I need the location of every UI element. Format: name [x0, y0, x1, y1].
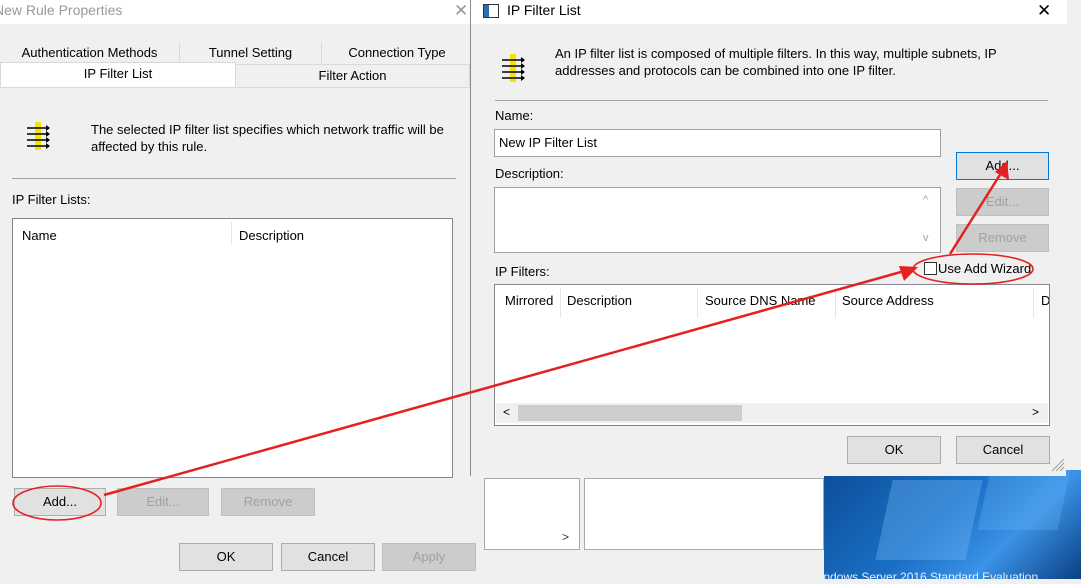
tab-authentication-methods[interactable]: Authentication Methods — [0, 42, 180, 64]
name-field-value: New IP Filter List — [499, 135, 598, 150]
column-header-name[interactable]: Name — [22, 228, 57, 243]
edit-button[interactable]: Edit... — [117, 488, 209, 516]
column-header-mirrored[interactable]: Mirrored — [505, 293, 553, 308]
cancel-button[interactable]: Cancel — [281, 543, 375, 571]
new-rule-properties-dialog: New Rule Properties ✕ Authentication Met… — [0, 0, 476, 579]
scroll-left-arrow[interactable]: < — [503, 405, 510, 419]
divider — [495, 100, 1048, 101]
scroll-right-arrow[interactable]: > — [1032, 405, 1039, 419]
add-button[interactable]: Add... — [956, 152, 1049, 180]
cancel-button[interactable]: Cancel — [956, 436, 1050, 464]
close-icon[interactable]: ✕ — [454, 1, 468, 21]
use-add-wizard-checkbox[interactable] — [924, 262, 937, 275]
ip-filters-label: IP Filters: — [495, 264, 550, 279]
remove-button[interactable]: Remove — [956, 224, 1049, 252]
window-icon — [483, 4, 499, 18]
resize-grip-icon[interactable] — [1049, 456, 1065, 472]
ip-filter-icon — [502, 54, 525, 82]
dialog-title: New Rule Properties — [0, 2, 123, 18]
column-divider — [1033, 288, 1034, 318]
column-header-source-dns-name[interactable]: Source DNS Name — [705, 293, 816, 308]
dialog-title: IP Filter List — [507, 2, 581, 18]
ip-filter-lists-listbox[interactable]: Name Description — [12, 218, 453, 478]
background-list-right — [584, 478, 824, 550]
info-text: The selected IP filter list specifies wh… — [91, 122, 444, 154]
tab-filter-action[interactable]: Filter Action — [236, 64, 470, 86]
ok-button[interactable]: OK — [179, 543, 273, 571]
tab-connection-type[interactable]: Connection Type — [322, 42, 472, 64]
column-divider — [697, 288, 698, 318]
tab-ip-filter-list[interactable]: IP Filter List — [0, 62, 236, 88]
ip-filter-list-dialog: IP Filter List ✕ An IP filter list is co… — [470, 0, 1067, 476]
description-label: Description: — [495, 166, 564, 181]
column-divider — [231, 222, 232, 244]
description-field[interactable]: ^ v — [494, 187, 941, 253]
remove-button[interactable]: Remove — [221, 488, 315, 516]
apply-button[interactable]: Apply — [382, 543, 476, 571]
screen: { "left_dialog": { "title": "New Rule Pr… — [0, 0, 1081, 584]
close-icon[interactable]: ✕ — [1037, 1, 1051, 21]
scrollbar-thumb[interactable] — [518, 405, 742, 421]
ip-filters-listbox[interactable]: Mirrored Description Source DNS Name Sou… — [494, 284, 1050, 426]
column-divider — [560, 288, 561, 318]
desktop-watermark-text: lindows Server 2016 Standard Evaluation — [818, 570, 1039, 584]
column-divider — [835, 288, 836, 318]
background-scroll-right-arrow[interactable]: > — [562, 530, 569, 544]
desktop-background — [824, 470, 1081, 579]
column-header-source-address[interactable]: Source Address — [842, 293, 934, 308]
divider — [12, 178, 456, 179]
name-field[interactable]: New IP Filter List — [494, 129, 941, 157]
name-label: Name: — [495, 108, 534, 123]
edit-button[interactable]: Edit... — [956, 188, 1049, 216]
column-header-description[interactable]: Description — [567, 293, 632, 308]
tab-tunnel-setting[interactable]: Tunnel Setting — [180, 42, 322, 64]
info-text: An IP filter list is composed of multipl… — [555, 46, 997, 78]
add-button[interactable]: Add... — [14, 488, 106, 516]
ip-filter-icon — [27, 122, 50, 150]
horizontal-scrollbar[interactable]: < > — [496, 403, 1048, 423]
column-header-description[interactable]: Description — [239, 228, 304, 243]
column-header-destination[interactable]: D — [1041, 293, 1049, 308]
use-add-wizard-label[interactable]: Use Add Wizard — [938, 261, 1031, 276]
ok-button[interactable]: OK — [847, 436, 941, 464]
scroll-down-arrow[interactable]: v — [923, 232, 929, 244]
scroll-up-arrow[interactable]: ^ — [923, 194, 928, 206]
ip-filter-lists-label: IP Filter Lists: — [12, 192, 91, 207]
